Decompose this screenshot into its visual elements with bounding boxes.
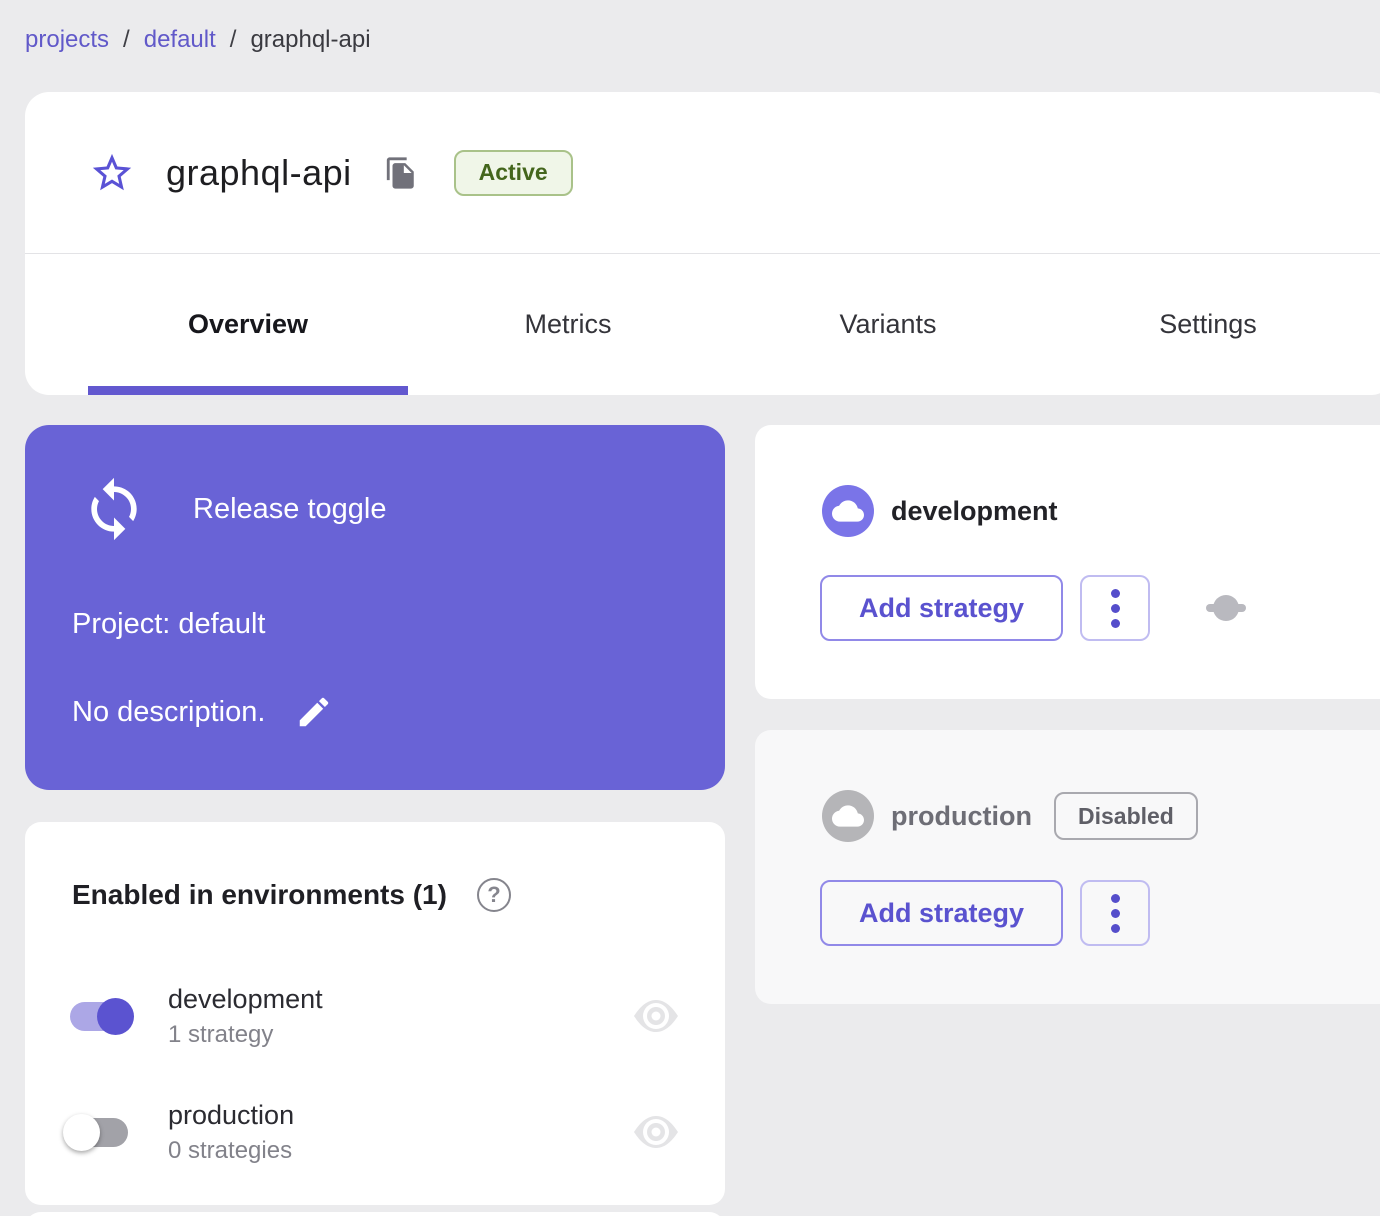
kebab-menu-icon xyxy=(1110,586,1120,631)
environment-actions: Add strategy xyxy=(820,880,1150,946)
tab-label: Variants xyxy=(839,309,937,339)
feature-header-card: graphql-api Active Overview Metrics Vari… xyxy=(25,92,1380,395)
copy-name-button[interactable] xyxy=(384,156,418,190)
production-toggle[interactable] xyxy=(63,1113,128,1151)
environment-toggle-slider[interactable] xyxy=(1206,595,1246,621)
environment-menu-button[interactable] xyxy=(1080,575,1150,641)
toggle-knob xyxy=(63,1113,100,1151)
environment-row-labels: development 1 strategy xyxy=(168,984,323,1049)
environment-row-strategies: 1 strategy xyxy=(168,1020,274,1048)
environment-avatar xyxy=(822,485,874,537)
tab-bar: Overview Metrics Variants Settings xyxy=(25,254,1380,395)
enabled-environments-card: Enabled in environments (1) ? developmen… xyxy=(25,822,725,1205)
loop-icon xyxy=(91,477,137,541)
feature-type-header: Release toggle xyxy=(80,475,386,543)
pencil-icon xyxy=(300,697,329,727)
visibility-button[interactable] xyxy=(632,1115,680,1149)
environment-row-development: development 1 strategy xyxy=(70,970,680,1062)
eye-icon xyxy=(634,1116,678,1148)
help-icon: ? xyxy=(487,882,501,907)
feature-overview-card: Release toggle Project: default No descr… xyxy=(25,425,725,790)
copy-icon xyxy=(386,156,414,189)
tab-metrics[interactable]: Metrics xyxy=(408,254,728,395)
cloud-icon xyxy=(832,805,864,827)
environment-header: development xyxy=(822,485,1058,537)
tab-label: Settings xyxy=(1159,309,1257,339)
active-tab-indicator xyxy=(88,386,408,395)
feature-title: graphql-api xyxy=(166,151,352,193)
environment-row-name: development xyxy=(168,983,323,1014)
add-strategy-button[interactable]: Add strategy xyxy=(820,880,1063,946)
feature-description: No description. xyxy=(72,695,266,728)
breadcrumb-separator: / xyxy=(229,26,237,53)
environment-name: development xyxy=(891,495,1058,526)
feature-description-row: No description. xyxy=(72,693,333,731)
environment-row-labels: production 0 strategies xyxy=(168,1100,294,1165)
environment-card-development: development Add strategy xyxy=(755,425,1380,699)
tab-variants[interactable]: Variants xyxy=(728,254,1048,395)
next-card-edge xyxy=(25,1212,725,1216)
breadcrumb-current: graphql-api xyxy=(250,26,371,53)
status-badge: Active xyxy=(453,149,573,196)
breadcrumb-link-projects[interactable]: projects xyxy=(25,26,109,54)
breadcrumb-separator: / xyxy=(123,26,130,53)
environment-row-name: production xyxy=(168,1099,295,1130)
feature-project-label: Project: default xyxy=(72,608,266,640)
kebab-menu-icon xyxy=(1110,891,1120,936)
favorite-button[interactable] xyxy=(88,149,136,197)
environment-card-production: production Disabled Add strategy xyxy=(755,730,1380,1004)
environment-name: production xyxy=(891,800,1032,831)
eye-icon xyxy=(634,1000,678,1032)
help-button[interactable]: ? xyxy=(476,878,511,912)
breadcrumb: projects / default / graphql-api xyxy=(25,26,371,54)
environment-row-strategies: 0 strategies xyxy=(168,1136,293,1164)
cloud-icon xyxy=(832,500,864,522)
feature-type-label: Release toggle xyxy=(193,492,387,525)
environment-header: production Disabled xyxy=(822,790,1198,842)
environment-status-badge: Disabled xyxy=(1053,792,1198,840)
page: projects / default / graphql-api graphql… xyxy=(0,0,1380,1216)
edit-description-button[interactable] xyxy=(295,693,333,731)
environment-menu-button[interactable] xyxy=(1080,880,1150,946)
environment-avatar xyxy=(822,790,874,842)
add-strategy-button[interactable]: Add strategy xyxy=(820,575,1063,641)
star-outline-icon xyxy=(92,153,132,190)
tab-overview[interactable]: Overview xyxy=(88,254,408,395)
environment-row-production: production 0 strategies xyxy=(63,1086,680,1178)
enabled-environments-title: Enabled in environments (1) xyxy=(72,879,447,910)
visibility-button[interactable] xyxy=(632,999,680,1033)
development-toggle[interactable] xyxy=(70,997,134,1035)
environment-actions: Add strategy xyxy=(820,575,1246,641)
tab-label: Overview xyxy=(187,309,309,339)
enabled-environments-header: Enabled in environments (1) ? xyxy=(72,878,511,912)
feature-header-row: graphql-api Active xyxy=(25,92,1380,253)
toggle-knob xyxy=(97,997,134,1035)
tab-settings[interactable]: Settings xyxy=(1048,254,1368,395)
breadcrumb-link-default[interactable]: default xyxy=(144,26,216,54)
tab-label: Metrics xyxy=(524,309,612,339)
